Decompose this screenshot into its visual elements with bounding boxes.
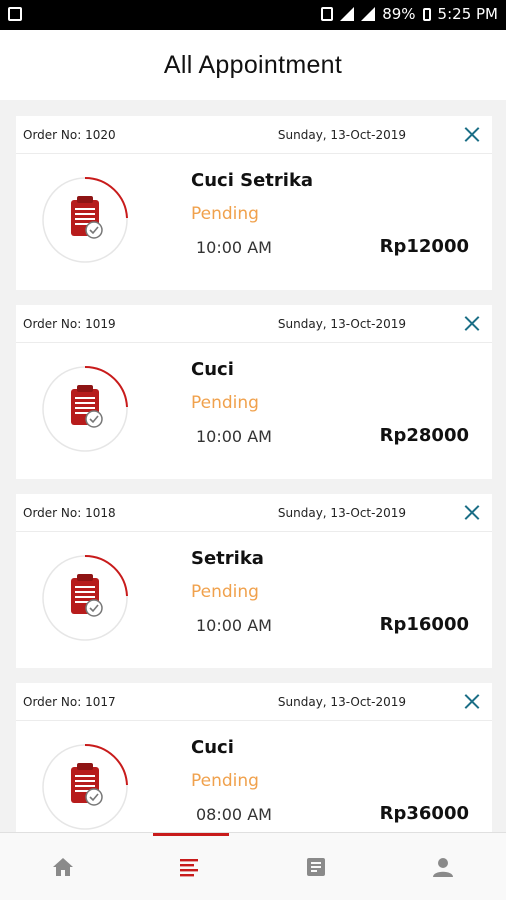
profile-icon [433,858,453,877]
card-header: Order No: 1020 Sunday, 13-Oct-2019 [16,116,492,154]
clipboard-check-icon [42,743,128,830]
app-header: All Appointment [0,30,506,100]
appointment-card[interactable]: Order No: 1020 Sunday, 13-Oct-2019 Cuci … [16,116,492,290]
order-date: Sunday, 13-Oct-2019 [277,695,406,709]
nav-profile[interactable] [380,833,506,900]
status-indicators: 89% 5:25 PM [321,5,498,23]
home-icon [53,858,73,876]
page-title: All Appointment [163,50,343,79]
close-icon[interactable] [462,691,482,711]
order-number: Order No: 1017 [23,695,116,709]
clipboard-check-icon [42,365,128,452]
order-number: Order No: 1019 [23,317,116,331]
appointment-time: 10:00 AM [196,238,272,257]
order-date: Sunday, 13-Oct-2019 [277,317,406,331]
nav-appointments[interactable] [126,833,252,900]
order-number: Order No: 1018 [23,506,116,520]
service-name: Setrika [191,548,264,569]
status-badge: Pending [191,393,259,413]
service-name: Cuci Setrika [191,170,314,191]
status-badge: Pending [191,582,259,602]
appointment-card[interactable]: Order No: 1018 Sunday, 13-Oct-2019 Setri… [16,494,492,668]
wifi-icon [340,7,355,21]
close-icon[interactable] [462,124,482,144]
appointment-time: 08:00 AM [196,805,272,824]
signal-icon [361,7,376,21]
battery-percent: 89% [382,5,416,23]
nav-documents[interactable] [253,833,379,900]
status-badge: Pending [191,204,259,224]
vibrate-icon [321,7,334,21]
status-bar: 89% 5:25 PM [0,0,506,30]
clipboard-check-icon [42,554,128,641]
nav-home[interactable] [0,833,126,900]
close-icon[interactable] [462,313,482,333]
status-badge: Pending [191,771,259,791]
clipboard-check-icon [42,176,128,263]
list-icon [180,859,198,877]
bottom-nav [0,832,506,900]
price: Rp16000 [379,614,469,635]
price: Rp36000 [379,803,469,824]
appointment-time: 10:00 AM [196,616,272,635]
order-date: Sunday, 13-Oct-2019 [277,506,406,520]
appointment-time: 10:00 AM [196,427,272,446]
appointment-card[interactable]: Order No: 1017 Sunday, 13-Oct-2019 Cuci … [16,683,492,832]
appointment-list[interactable]: Order No: 1020 Sunday, 13-Oct-2019 Cuci … [0,100,506,832]
order-number: Order No: 1020 [23,128,116,142]
card-header: Order No: 1019 Sunday, 13-Oct-2019 [16,305,492,343]
card-header: Order No: 1018 Sunday, 13-Oct-2019 [16,494,492,532]
clock: 5:25 PM [437,5,498,23]
close-icon[interactable] [462,502,482,522]
appointment-card[interactable]: Order No: 1019 Sunday, 13-Oct-2019 Cuci … [16,305,492,479]
order-date: Sunday, 13-Oct-2019 [277,128,406,142]
notification-icon [8,7,22,21]
price: Rp28000 [379,425,469,446]
battery-charging-icon [422,7,431,21]
price: Rp12000 [379,236,469,257]
document-icon [307,858,325,876]
service-name: Cuci [191,737,234,758]
card-header: Order No: 1017 Sunday, 13-Oct-2019 [16,683,492,721]
service-name: Cuci [191,359,234,380]
